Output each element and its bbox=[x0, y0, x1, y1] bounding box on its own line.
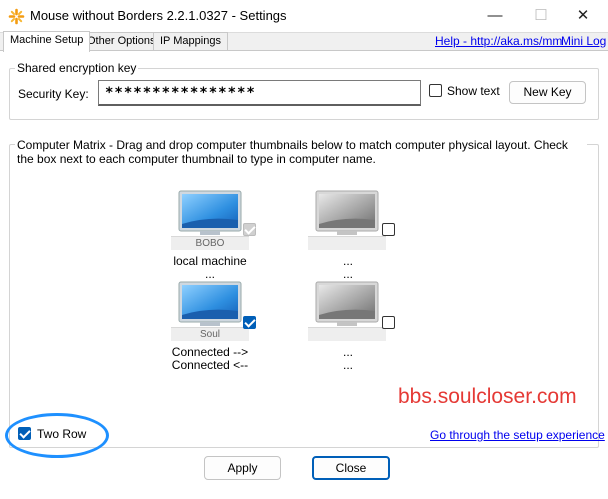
computer-2-checkbox[interactable] bbox=[382, 223, 395, 236]
tab-machine-setup[interactable]: Machine Setup bbox=[3, 31, 91, 52]
computer-name-field[interactable]: BOBO bbox=[171, 236, 249, 250]
computer-thumbnail-3[interactable]: Soul bbox=[171, 281, 249, 341]
tab-ip-mappings[interactable]: IP Mappings bbox=[153, 32, 228, 51]
monitor-icon bbox=[315, 281, 379, 326]
show-text-label: Show text bbox=[447, 84, 500, 98]
encryption-group-legend: Shared encryption key bbox=[15, 61, 139, 75]
close-button[interactable]: Close bbox=[312, 456, 390, 480]
computer-2-status-2: ... bbox=[342, 267, 353, 281]
help-link[interactable]: Help - http://aka.ms/mm bbox=[435, 34, 562, 48]
maximize-button: ☐ bbox=[534, 7, 548, 24]
minimize-button[interactable]: — bbox=[472, 0, 518, 32]
setup-experience-link[interactable]: Go through the setup experience bbox=[430, 428, 605, 442]
computer-thumbnail-1[interactable]: BOBO bbox=[171, 190, 249, 250]
computer-thumbnail-4[interactable] bbox=[308, 281, 386, 341]
security-key-input[interactable]: **************** bbox=[98, 80, 421, 106]
mini-log-link[interactable]: Mini Log bbox=[561, 34, 606, 48]
apply-button[interactable]: Apply bbox=[204, 456, 281, 480]
two-row-label: Two Row bbox=[37, 427, 87, 441]
window-title: Mouse without Borders 2.2.1.0327 - Setti… bbox=[30, 8, 287, 23]
security-key-label: Security Key: bbox=[18, 87, 89, 101]
watermark-text: bbs.soulcloser.com bbox=[398, 385, 577, 408]
computer-1-status-2: ... bbox=[204, 267, 215, 281]
computer-matrix-legend: Computer Matrix - Drag and drop computer… bbox=[15, 138, 587, 166]
computer-name-field[interactable]: Soul bbox=[171, 327, 249, 341]
new-key-button[interactable]: New Key bbox=[509, 81, 586, 104]
close-window-button[interactable]: ✕ bbox=[560, 0, 606, 32]
computer-name-field[interactable] bbox=[308, 327, 386, 341]
app-logo-icon bbox=[8, 8, 25, 25]
computer-1-checkbox bbox=[243, 223, 256, 236]
computer-name-field[interactable] bbox=[308, 236, 386, 250]
computer-3-checkbox[interactable] bbox=[243, 316, 256, 329]
computer-3-status-2: Connected <-- bbox=[171, 358, 249, 372]
tab-other-options[interactable]: Other Options bbox=[80, 32, 163, 51]
monitor-icon bbox=[178, 190, 242, 235]
monitor-icon bbox=[178, 281, 242, 326]
computer-thumbnail-2[interactable] bbox=[308, 190, 386, 250]
title-bar[interactable]: Mouse without Borders 2.2.1.0327 - Setti… bbox=[0, 0, 608, 32]
computer-4-status-2: ... bbox=[342, 358, 353, 372]
computer-4-checkbox[interactable] bbox=[382, 316, 395, 329]
monitor-icon bbox=[315, 190, 379, 235]
two-row-checkbox[interactable] bbox=[18, 427, 31, 440]
show-text-checkbox[interactable] bbox=[429, 84, 442, 97]
